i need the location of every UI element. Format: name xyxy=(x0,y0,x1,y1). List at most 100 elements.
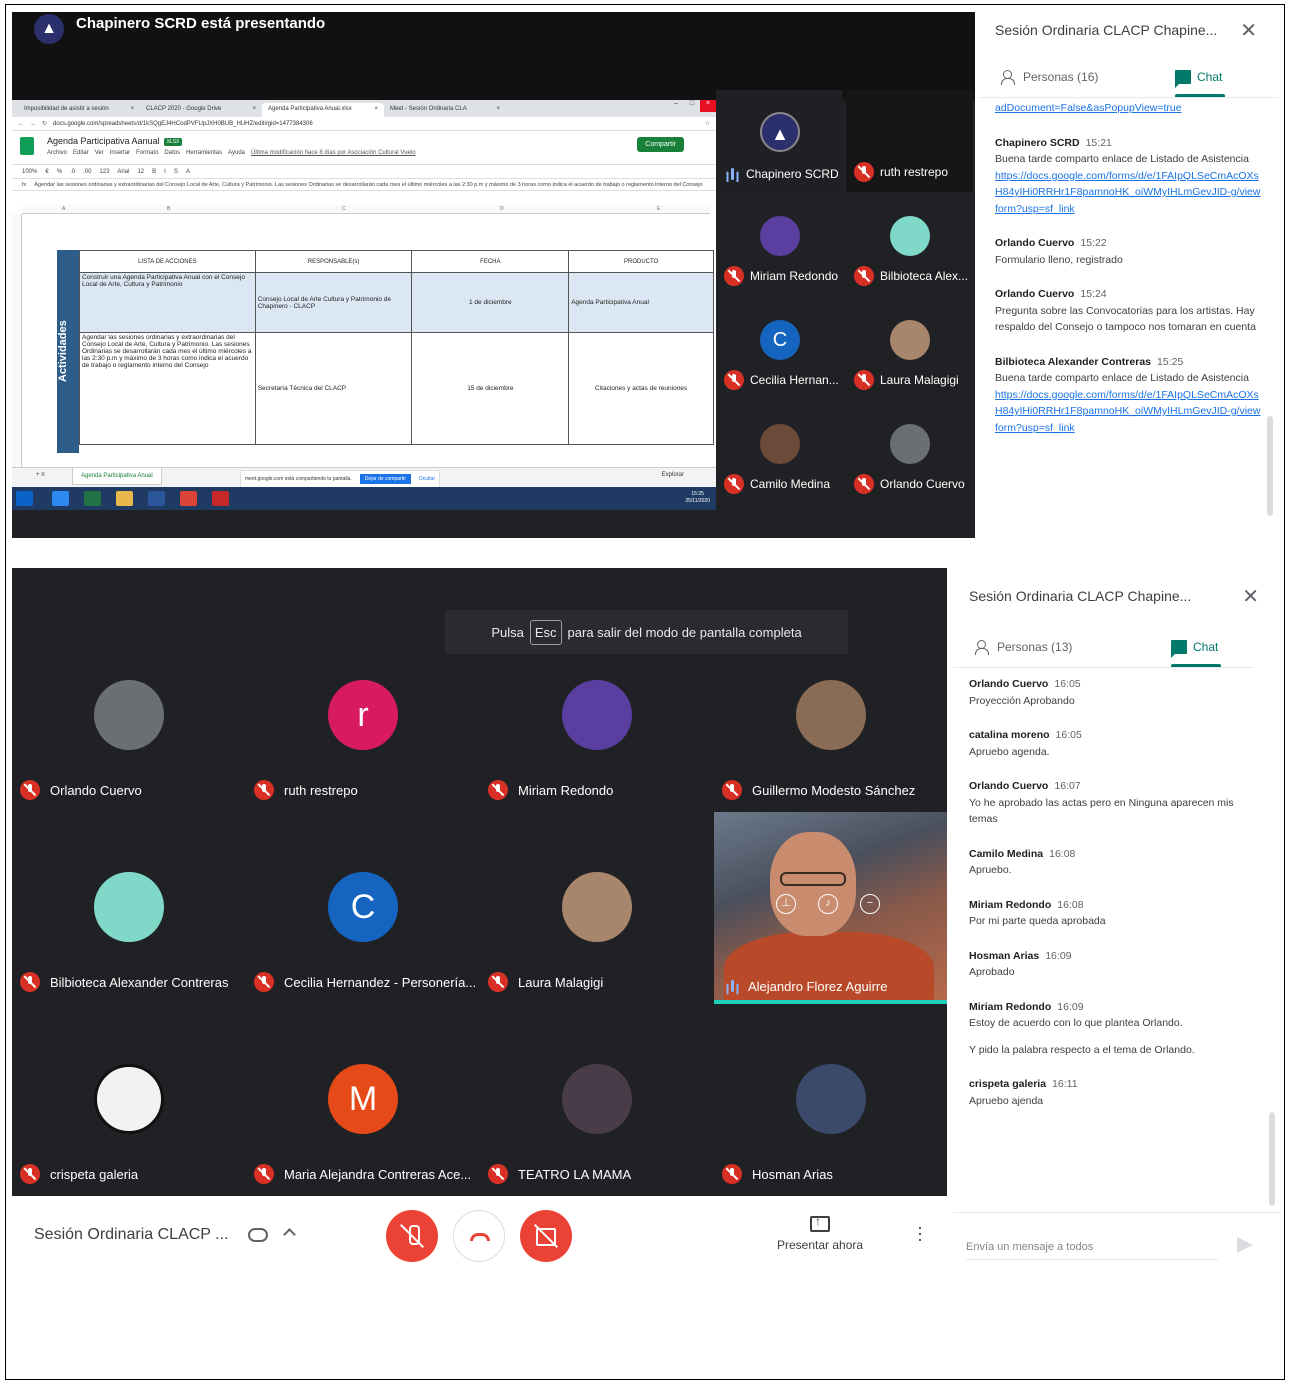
send-icon[interactable] xyxy=(1237,1237,1253,1253)
share-button[interactable]: Compartir xyxy=(637,137,684,152)
back-icon[interactable]: ← xyxy=(18,121,24,127)
participant-video-tile[interactable]: ⊥ ♪ − Alejandro Florez Aguirre xyxy=(714,812,947,1004)
participant-tile[interactable]: ▲ Chapinero SCRD xyxy=(716,90,843,192)
menu-item[interactable]: Ayuda xyxy=(228,150,245,156)
document-title[interactable]: Agenda Participativa Aanual XLSX xyxy=(47,136,183,146)
present-now-button[interactable]: Presentar ahora xyxy=(777,1214,863,1252)
chat-link[interactable]: https://docs.google.com/forms/d/e/1FAIpQ… xyxy=(995,387,1263,437)
hide-notice-button[interactable]: Ocultar xyxy=(419,476,435,482)
reload-icon[interactable]: ↻ xyxy=(42,120,47,127)
currency-button[interactable]: € xyxy=(45,169,48,175)
menu-item[interactable]: Herramientas xyxy=(186,150,222,156)
participant-tile[interactable]: r ruth restrepo xyxy=(246,620,479,812)
tab-chat[interactable]: Chat xyxy=(1175,70,1222,88)
cell[interactable]: Construir una Agenda Participativa Anual… xyxy=(79,272,256,333)
tab-people[interactable]: Personas (16) xyxy=(1001,70,1098,85)
mic-toggle-button[interactable] xyxy=(386,1210,438,1262)
decimal-decrease-button[interactable]: .0 xyxy=(70,169,75,175)
participant-tile[interactable]: Orlando Cuervo xyxy=(12,620,245,812)
forward-icon[interactable]: → xyxy=(30,121,36,127)
participant-tile[interactable]: Laura Malagigi xyxy=(846,298,973,400)
strikethrough-button[interactable]: S xyxy=(174,169,178,175)
explore-button[interactable]: Explorar xyxy=(662,472,684,478)
browser-tab[interactable]: Imposibilidad de asistir a sesión × xyxy=(18,103,140,117)
participant-tile[interactable]: Guillermo Modesto Sánchez xyxy=(714,620,947,812)
font-select[interactable]: Arial xyxy=(117,169,129,175)
menu-item[interactable]: Formato xyxy=(136,150,158,156)
ie-icon[interactable] xyxy=(52,491,69,506)
participant-tile[interactable]: ruth restrepo xyxy=(846,90,973,192)
cell[interactable]: 15 de diciembre xyxy=(411,332,570,445)
star-icon[interactable]: ☆ xyxy=(705,120,710,127)
tab-people[interactable]: Personas (13) xyxy=(975,640,1072,655)
windows-start-icon[interactable] xyxy=(16,491,33,506)
participant-tile[interactable]: Miriam Redondo xyxy=(480,620,713,812)
camera-toggle-button[interactable] xyxy=(520,1210,572,1262)
browser-tab[interactable]: Meet - Sesión Ordinaria CLA × xyxy=(384,103,506,117)
participant-tile[interactable]: TEATRO LA MAMA xyxy=(480,1004,713,1196)
participant-tile[interactable]: Camilo Medina xyxy=(716,402,843,504)
participant-tile[interactable]: C Cecilia Hernan... xyxy=(716,298,843,400)
menu-item[interactable]: Editar xyxy=(73,150,89,156)
cell[interactable]: Citaciones y actas de reuniones xyxy=(568,332,714,445)
close-icon[interactable]: ✕ xyxy=(1240,18,1257,43)
chat-link[interactable]: adDocument=False&asPopupView=true xyxy=(995,102,1182,114)
remove-icon[interactable]: − xyxy=(860,894,880,914)
url-bar[interactable]: ← → ↻ docs.google.com/spreadsheets/d/1kS… xyxy=(12,117,716,131)
url-text[interactable]: docs.google.com/spreadsheets/d/1kSQgEJ4H… xyxy=(53,121,699,127)
participant-tile[interactable]: Miriam Redondo xyxy=(716,194,843,296)
last-edit-link[interactable]: Última modificación hace 8 días por Asoc… xyxy=(251,150,416,156)
participant-tile[interactable]: crispeta galeria xyxy=(12,1004,245,1196)
add-sheet-icon[interactable]: + ≡ xyxy=(36,472,45,478)
participant-tile[interactable]: Bilbioteca Alex... xyxy=(846,194,973,296)
number-format-button[interactable]: 123 xyxy=(99,169,109,175)
header-product[interactable]: PRODUCTO xyxy=(568,250,714,273)
cell[interactable]: Consejo Local de Arte Cultura y Patrimon… xyxy=(254,272,413,333)
participant-tile[interactable]: Laura Malagigi xyxy=(480,812,713,1004)
participant-tile[interactable]: Bilbioteca Alexander Contreras xyxy=(12,812,245,1004)
chat-link[interactable]: https://docs.google.com/forms/d/e/1FAIpQ… xyxy=(995,168,1263,218)
spreadsheet-grid[interactable]: A B C D E Actividades LISTA DE ACCIONES … xyxy=(12,205,716,467)
pdf-icon[interactable] xyxy=(212,491,229,506)
close-icon[interactable]: ✕ xyxy=(1242,584,1259,609)
more-options-icon[interactable]: · · · xyxy=(917,1218,923,1248)
folder-icon[interactable] xyxy=(116,491,133,506)
participant-tile[interactable]: Orlando Cuervo xyxy=(846,402,973,504)
zoom-select[interactable]: 100% xyxy=(22,169,37,175)
chat-scrollbar[interactable] xyxy=(1269,1112,1275,1206)
header-date[interactable]: FECHA xyxy=(411,250,570,273)
cell[interactable]: Agenda Participativa Anual xyxy=(568,272,714,333)
chevron-up-icon[interactable] xyxy=(283,1228,296,1241)
cell[interactable]: Agendar las sesiones ordinarias y extrao… xyxy=(79,332,256,445)
stop-sharing-button[interactable]: Dejar de compartir xyxy=(359,474,411,484)
bold-button[interactable]: B xyxy=(152,169,156,175)
captions-icon[interactable] xyxy=(248,1228,268,1242)
cell[interactable]: Secretaría Técnica del CLACP xyxy=(254,332,413,445)
cell[interactable]: 1 de diciembre xyxy=(411,272,570,333)
font-size-select[interactable]: 12 xyxy=(137,169,144,175)
header-responsible[interactable]: RESPONSABLE(s) xyxy=(254,250,413,273)
italic-button[interactable]: I xyxy=(164,169,166,175)
participant-tile[interactable]: Hosman Arias xyxy=(714,1004,947,1196)
sheet-tab-active[interactable]: Agenda Participativa Anual xyxy=(72,468,162,485)
header-actions[interactable]: LISTA DE ACCIONES xyxy=(79,250,256,273)
participant-tile[interactable]: C Cecilia Hernandez - Personería... xyxy=(246,812,479,1004)
decimal-increase-button[interactable]: .00 xyxy=(83,169,91,175)
chat-input[interactable]: Envía un mensaje a todos xyxy=(966,1241,1093,1253)
pin-icon[interactable]: ⊥ xyxy=(776,894,796,914)
mic-icon[interactable]: ♪ xyxy=(818,894,838,914)
menu-item[interactable]: Ver xyxy=(95,150,104,156)
browser-tab-active[interactable]: Agenda Participativa Anual.xlsx × xyxy=(262,103,384,117)
meeting-details-button[interactable]: Sesión Ordinaria CLACP ... xyxy=(34,1226,228,1244)
chat-scrollbar[interactable] xyxy=(1267,416,1273,516)
chrome-icon[interactable] xyxy=(180,491,197,506)
hang-up-button[interactable] xyxy=(453,1210,505,1262)
text-color-button[interactable]: A xyxy=(186,169,190,175)
menu-item[interactable]: Insertar xyxy=(110,150,130,156)
menu-item[interactable]: Datos xyxy=(164,150,180,156)
close-icon[interactable]: × xyxy=(700,100,716,112)
menu-item[interactable]: Archivo xyxy=(47,150,67,156)
minimize-icon[interactable]: – xyxy=(668,100,684,112)
participant-tile[interactable]: M Maria Alejandra Contreras Ace... xyxy=(246,1004,479,1196)
browser-tab[interactable]: CLACP 2020 - Google Drive × xyxy=(140,103,262,117)
